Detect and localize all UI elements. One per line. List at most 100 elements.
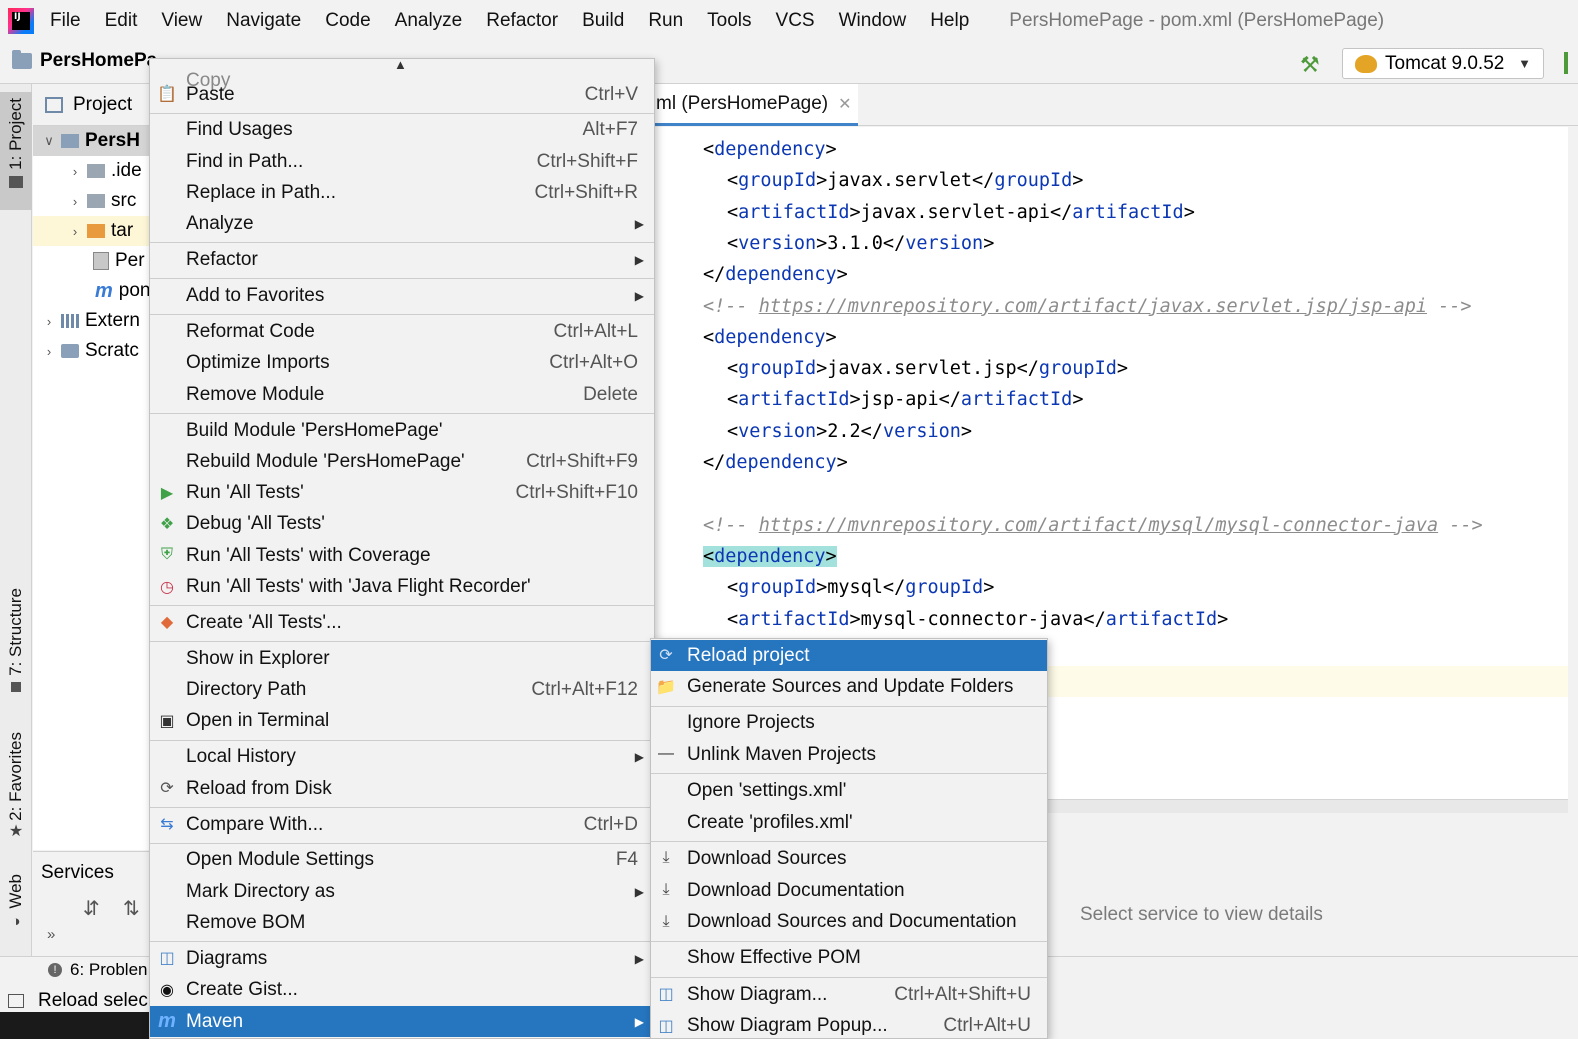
menu-item-label: Remove Module xyxy=(186,383,325,405)
horizontal-scrollbar[interactable] xyxy=(1048,799,1568,813)
tree-item-src[interactable]: › src xyxy=(33,186,153,216)
menu-build[interactable]: Build xyxy=(582,10,624,32)
menu-item-add-to-favorites[interactable]: Add to Favorites ▶ xyxy=(150,281,654,312)
menu-item-generate-sources-and-update-folders[interactable]: 📁 Generate Sources and Update Folders xyxy=(651,672,1047,703)
code-line: <groupId>javax.servlet</groupId> xyxy=(727,170,1084,192)
problems-tab[interactable]: ! 6: Problen xyxy=(48,960,148,980)
menu-item-reload-project[interactable]: ⟳ Reload project xyxy=(651,640,1047,671)
menu-item-download-sources-and-documentation[interactable]: ⤓ Download Sources and Documentation xyxy=(651,907,1047,938)
tree-item-root[interactable]: ∨ PersH xyxy=(33,126,153,156)
tree-item-scratches[interactable]: › Scratc xyxy=(33,336,153,366)
menu-item-shortcut: Ctrl+Alt+Shift+U xyxy=(894,983,1031,1005)
tree-item-pom[interactable]: m pon xyxy=(33,276,153,306)
collapse-all-icon[interactable]: ⇅ xyxy=(123,896,140,921)
menu-item-create-profiles-xml[interactable]: Create 'profiles.xml' xyxy=(651,807,1047,838)
menu-item-download-documentation[interactable]: ⤓ Download Documentation xyxy=(651,875,1047,906)
chevron-right-icon: › xyxy=(72,193,78,209)
menu-item-maven[interactable]: m Maven ▶ xyxy=(150,1006,654,1037)
tab-web[interactable]: Web ◑ xyxy=(0,874,32,936)
menu-item-ignore-projects[interactable]: Ignore Projects xyxy=(651,708,1047,739)
menu-item-replace-in-path[interactable]: Replace in Path... Ctrl+Shift+R xyxy=(150,178,654,209)
build-hammer-icon[interactable]: ⚒ xyxy=(1300,52,1320,78)
menu-item-diagrams[interactable]: ◫ Diagrams ▶ xyxy=(150,943,654,974)
menu-item-analyze[interactable]: Analyze ▶ xyxy=(150,209,654,240)
menu-item-directory-path[interactable]: Directory Path Ctrl+Alt+F12 xyxy=(150,675,654,706)
code-line: <version>3.1.0</version> xyxy=(727,232,995,254)
menu-item-reload-from-disk[interactable]: ⟳ Reload from Disk xyxy=(150,773,654,804)
tab-structure[interactable]: 7: Structure xyxy=(0,588,32,706)
tab-pom-xml[interactable]: ml (PersHomePage) ✕ xyxy=(650,84,858,126)
menu-item-rebuild-module-pershomepage[interactable]: Rebuild Module 'PersHomePage' Ctrl+Shift+… xyxy=(150,446,654,477)
tree-item-idea[interactable]: › .ide xyxy=(33,156,153,186)
menu-item-run-all-tests-with-coverage[interactable]: ⛨ Run 'All Tests' with Coverage xyxy=(150,540,654,571)
project-tool-icon xyxy=(9,175,23,188)
close-icon[interactable]: ✕ xyxy=(838,94,851,114)
menu-item-paste[interactable]: 📋 Paste Ctrl+V xyxy=(150,79,654,110)
expand-all-icon[interactable]: ⇵ xyxy=(83,896,100,921)
menu-item-unlink-maven-projects[interactable]: — Unlink Maven Projects xyxy=(651,739,1047,770)
menu-view[interactable]: View xyxy=(161,10,202,32)
menu-item-remove-bom[interactable]: Remove BOM xyxy=(150,908,654,939)
menu-item-build-module-pershomepage[interactable]: Build Module 'PersHomePage' xyxy=(150,415,654,446)
menu-separator xyxy=(651,976,1047,978)
menu-item-run-all-tests[interactable]: ▶ Run 'All Tests' Ctrl+Shift+F10 xyxy=(150,478,654,509)
tomcat-icon xyxy=(1355,54,1377,73)
intellij-logo-icon[interactable]: IJ xyxy=(8,8,34,34)
menu-item-reformat-code[interactable]: Reformat Code Ctrl+Alt+L xyxy=(150,317,654,348)
menu-item-compare-with[interactable]: ⇆ Compare With... Ctrl+D xyxy=(150,809,654,840)
menu-file[interactable]: File xyxy=(50,10,81,32)
menu-item-run-all-tests-with-java-flight-recorder[interactable]: ◷ Run 'All Tests' with 'Java Flight Recor… xyxy=(150,572,654,603)
menu-analyze[interactable]: Analyze xyxy=(395,10,463,32)
menu-item-label: Download Sources xyxy=(687,847,847,869)
menu-item-show-in-explorer[interactable]: Show in Explorer xyxy=(150,643,654,674)
panel-toggle-icon[interactable] xyxy=(8,994,24,1008)
menu-run[interactable]: Run xyxy=(648,10,683,32)
menu-item-find-in-path[interactable]: Find in Path... Ctrl+Shift+F xyxy=(150,146,654,177)
menu-navigate[interactable]: Navigate xyxy=(226,10,301,32)
tree-item-target[interactable]: › tar xyxy=(33,216,153,246)
menu-item-mark-directory-as[interactable]: Mark Directory as ▶ xyxy=(150,876,654,907)
more-tools-icon[interactable]: » xyxy=(47,926,55,943)
menu-item-show-diagram-popup[interactable]: ◫ Show Diagram Popup... Ctrl+Alt+U xyxy=(651,1011,1047,1039)
run-configuration-select[interactable]: Tomcat 9.0.52 ▼ xyxy=(1342,48,1544,79)
menu-code[interactable]: Code xyxy=(325,10,370,32)
submenu-arrow-icon: ▶ xyxy=(634,884,644,899)
menu-window[interactable]: Window xyxy=(839,10,907,32)
menu-item-create-gist[interactable]: ◉ Create Gist... xyxy=(150,975,654,1006)
breadcrumb[interactable]: PersHomePa xyxy=(12,50,157,72)
menu-edit[interactable]: Edit xyxy=(105,10,138,32)
module-folder-icon xyxy=(61,134,79,148)
menu-item-show-effective-pom[interactable]: Show Effective POM xyxy=(651,943,1047,974)
menu-item-open-in-terminal[interactable]: ▣ Open in Terminal xyxy=(150,706,654,737)
tab-favorites[interactable]: 2: Favorites ★ xyxy=(0,732,32,850)
menu-item-remove-module[interactable]: Remove Module Delete xyxy=(150,379,654,410)
menu-help[interactable]: Help xyxy=(930,10,969,32)
coverage-icon: ⛨ xyxy=(160,546,173,564)
menu-item-label: Show Diagram Popup... xyxy=(687,1015,888,1037)
menu-item-download-sources[interactable]: ⤓ Download Sources xyxy=(651,843,1047,874)
maven-submenu: ⟳ Reload project 📁 Generate Sources and Upd… xyxy=(650,638,1048,1039)
tree-item-external-libraries[interactable]: › Extern xyxy=(33,306,153,336)
menu-item-debug-all-tests[interactable]: ❖ Debug 'All Tests' xyxy=(150,509,654,540)
menu-item-local-history[interactable]: Local History ▶ xyxy=(150,742,654,773)
menu-item-label: Show Effective POM xyxy=(687,947,861,969)
menu-item-optimize-imports[interactable]: Optimize Imports Ctrl+Alt+O xyxy=(150,348,654,379)
menu-item-create-all-tests[interactable]: ◆ Create 'All Tests'... xyxy=(150,607,654,638)
menu-item-label: Build Module 'PersHomePage' xyxy=(186,419,443,441)
menu-refactor[interactable]: Refactor xyxy=(486,10,558,32)
code-line: </dependency> xyxy=(703,264,848,286)
project-panel-header[interactable]: Project xyxy=(33,84,153,126)
menu-separator xyxy=(150,941,654,943)
menu-item-show-diagram[interactable]: ◫ Show Diagram... Ctrl+Alt+Shift+U xyxy=(651,979,1047,1010)
menu-item-refactor[interactable]: Refactor ▶ xyxy=(150,245,654,276)
tab-project[interactable]: 1: Project xyxy=(0,92,32,210)
menu-item-open-settings-xml[interactable]: Open 'settings.xml' xyxy=(651,776,1047,807)
chevron-down-icon: ▼ xyxy=(1518,56,1531,71)
menu-tools[interactable]: Tools xyxy=(707,10,751,32)
menu-item-open-module-settings[interactable]: Open Module Settings F4 xyxy=(150,845,654,876)
tree-item-iml[interactable]: Per xyxy=(33,246,153,276)
menu-item-find-usages[interactable]: Find Usages Alt+F7 xyxy=(150,115,654,146)
menu-vcs[interactable]: VCS xyxy=(776,10,815,32)
menu-item-shortcut: Alt+F7 xyxy=(582,119,638,141)
run-icon[interactable] xyxy=(1564,52,1568,74)
